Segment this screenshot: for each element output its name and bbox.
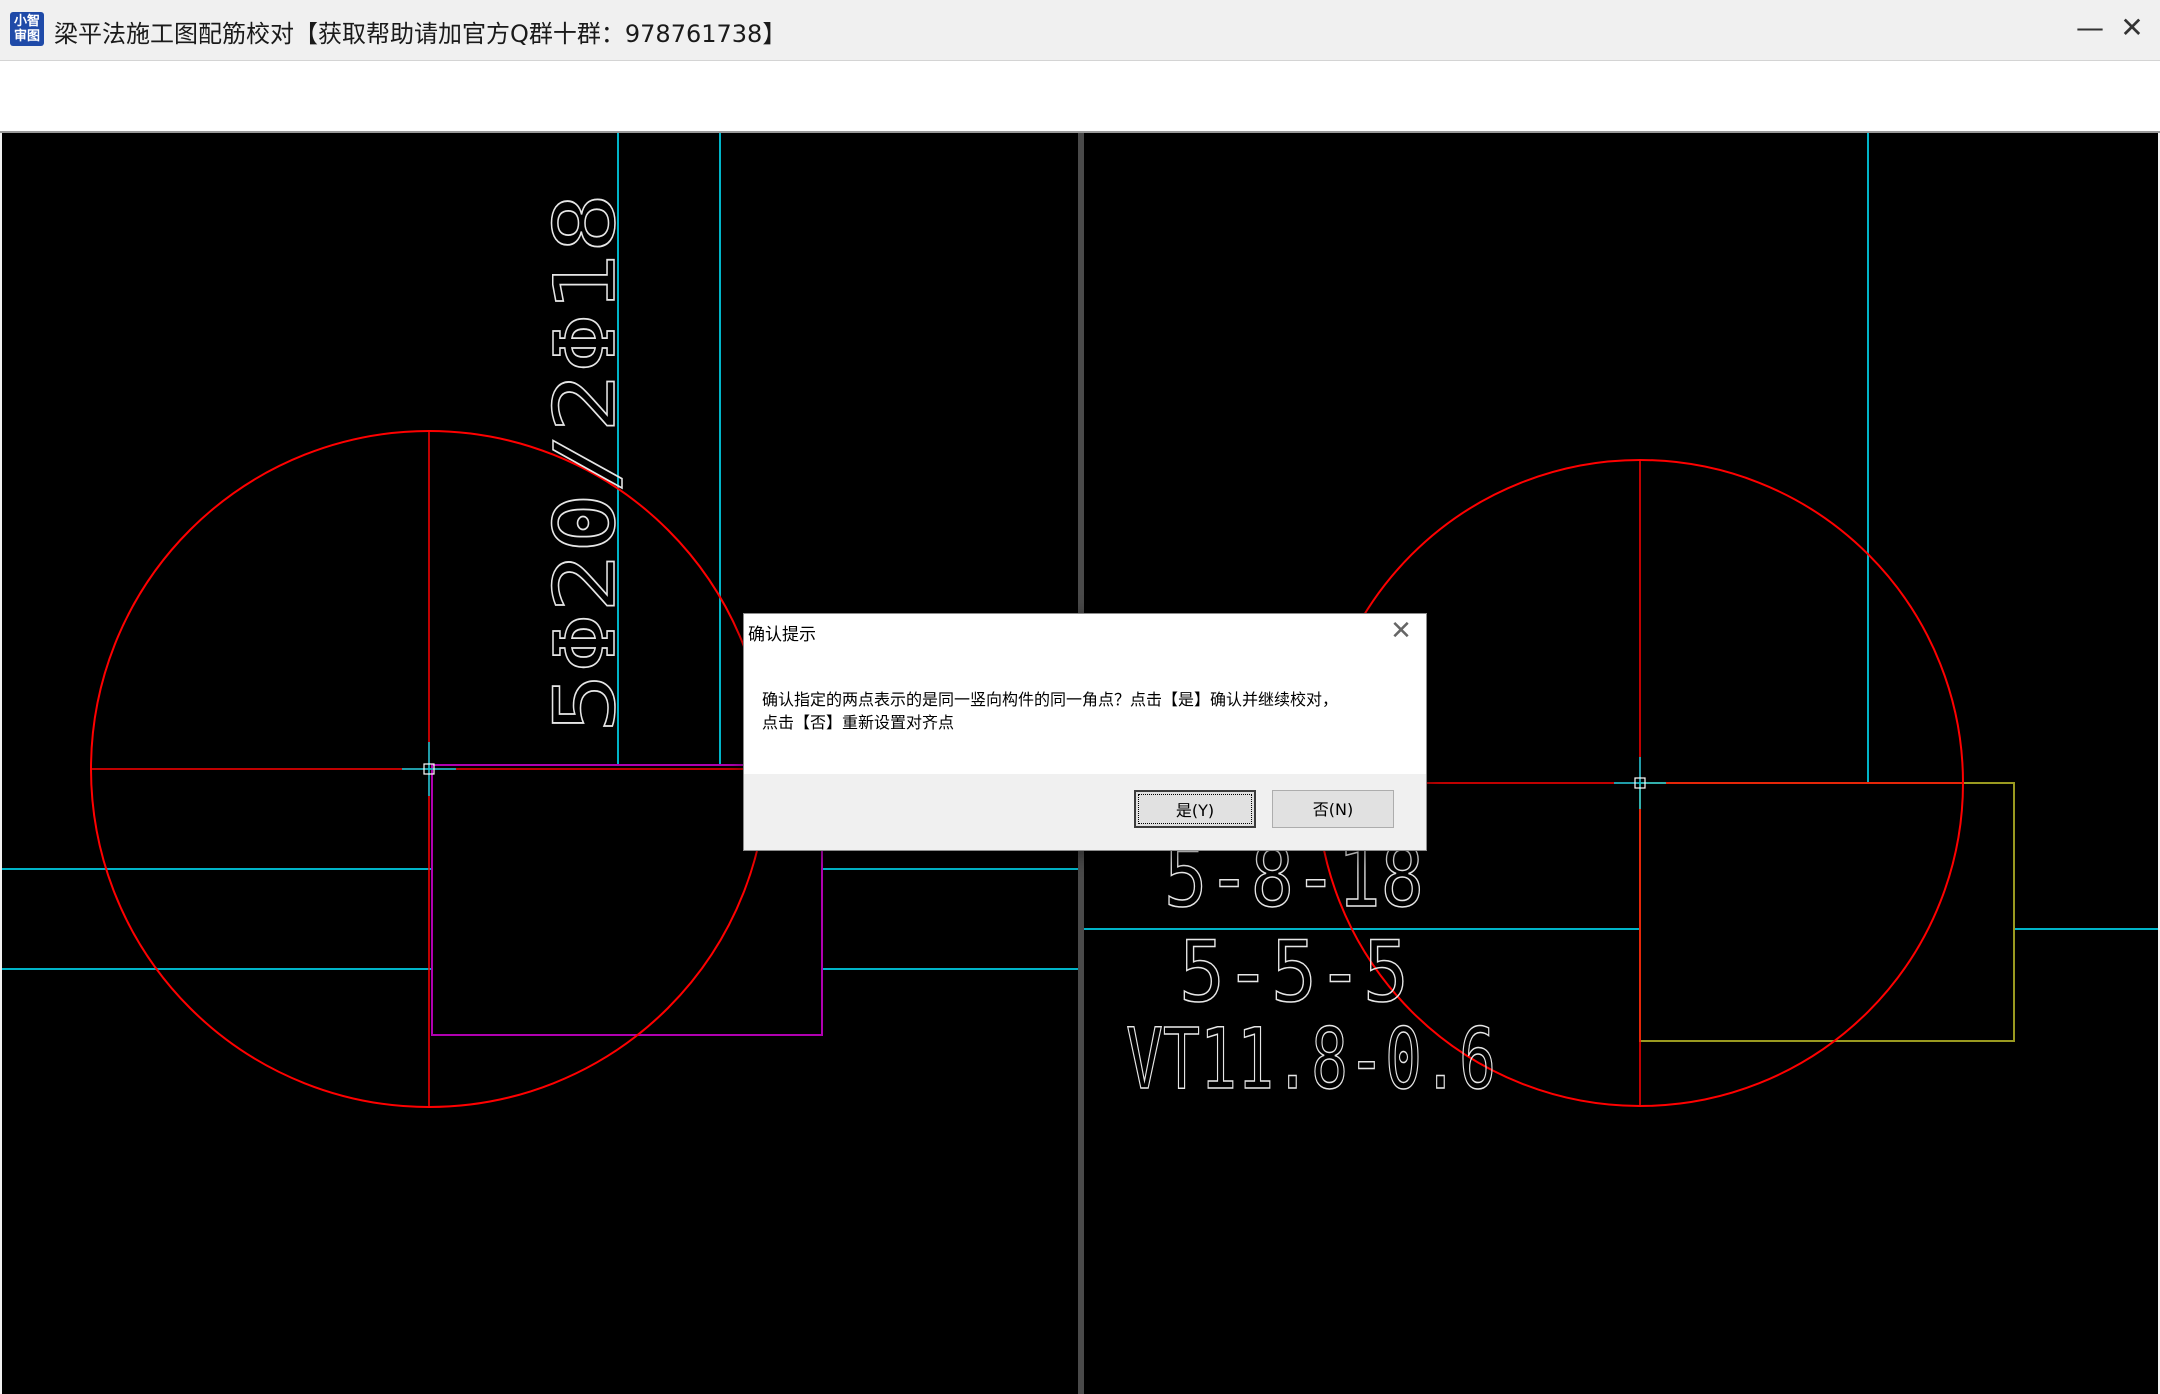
minimize-icon: — xyxy=(2076,11,2104,44)
cad-label: VT11.8-0.6 xyxy=(1126,1010,1496,1108)
close-window-button[interactable]: ✕ xyxy=(2112,8,2152,48)
yes-button[interactable]: 是(Y) xyxy=(1134,790,1256,828)
dialog-close-button[interactable]: ✕ xyxy=(1386,616,1416,646)
title-bar: 小智 审图 梁平法施工图配筋校对【获取帮助请加官方Q群十群：978761738】… xyxy=(0,0,2160,61)
dialog-message-line: 点击【否】重新设置对齐点 xyxy=(762,713,955,732)
dialog-button-bar: 是(Y) 否(N) xyxy=(744,774,1426,850)
rebar-annotation: 5Φ20/2Φ18 xyxy=(536,193,634,733)
dialog-message-line: 确认指定的两点表示的是同一竖向构件的同一角点？点击【是】确认并继续校对， xyxy=(762,690,1339,709)
toolbar-area xyxy=(0,61,2160,133)
column-outline xyxy=(1639,782,2015,1042)
no-button[interactable]: 否(N) xyxy=(1272,790,1394,828)
close-icon: ✕ xyxy=(1390,616,1412,646)
cursor-crosshair-icon xyxy=(1614,757,1666,809)
dialog-message: 确认指定的两点表示的是同一竖向构件的同一角点？点击【是】确认并继续校对， 点击【… xyxy=(762,688,1402,734)
app-logo-icon: 小智 审图 xyxy=(10,12,44,46)
app-logo-text-bottom: 审图 xyxy=(13,29,40,44)
window-title: 梁平法施工图配筋校对【获取帮助请加官方Q群十群：978761738】 xyxy=(54,20,787,48)
cursor-crosshair-icon xyxy=(402,742,456,796)
cad-label: 5-5-5 xyxy=(1179,923,1409,1021)
confirm-dialog: 确认提示 ✕ 确认指定的两点表示的是同一竖向构件的同一角点？点击【是】确认并继续… xyxy=(743,613,1427,851)
dialog-title: 确认提示 xyxy=(748,625,816,645)
minimize-button[interactable]: — xyxy=(2070,8,2110,48)
app-logo-text-top: 小智 xyxy=(13,14,40,29)
close-icon: ✕ xyxy=(2120,11,2144,44)
